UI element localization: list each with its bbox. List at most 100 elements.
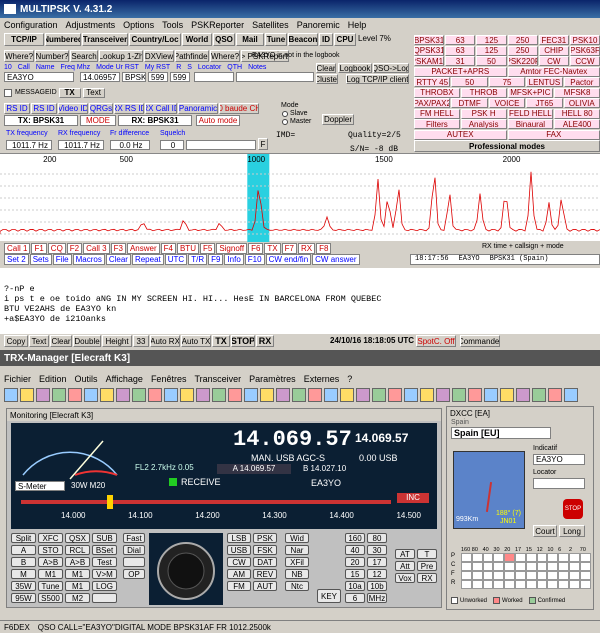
bottom-button[interactable]: Double bbox=[73, 335, 101, 347]
radio-key[interactable] bbox=[92, 593, 117, 603]
cluster-button[interactable]: Cluster bbox=[316, 74, 338, 84]
menu-item[interactable]: Satellites bbox=[252, 20, 289, 30]
function-key[interactable]: F8 bbox=[316, 243, 332, 254]
band-cell[interactable] bbox=[461, 562, 472, 571]
mode-button[interactable]: Analysis bbox=[460, 119, 507, 129]
toolbar-icon[interactable] bbox=[468, 388, 482, 402]
radio-key[interactable]: QSX bbox=[65, 533, 90, 543]
band-cell[interactable] bbox=[547, 571, 559, 580]
myrst-field[interactable]: 599 bbox=[170, 72, 190, 82]
mode-button[interactable]: Amtor FEC-Navtex bbox=[507, 66, 600, 77]
mode-field[interactable]: BPSK bbox=[122, 72, 146, 82]
radio-key[interactable]: M2 bbox=[65, 593, 90, 603]
toolbar-button[interactable]: Transceiver bbox=[82, 33, 128, 46]
radio-key[interactable]: CW bbox=[227, 557, 251, 567]
band-cell[interactable] bbox=[579, 580, 591, 589]
rx-text-area[interactable]: ?-nP ei ps t e oe toido aNG IN MY SCREEN… bbox=[0, 268, 600, 334]
rsid-button[interactable]: RS ID bbox=[31, 103, 57, 114]
band-cell[interactable] bbox=[471, 571, 483, 580]
radio-key[interactable]: 160 bbox=[345, 533, 365, 543]
radio-key[interactable]: Fast bbox=[123, 533, 145, 543]
mode-button[interactable]: THROBX bbox=[414, 87, 460, 98]
band-cell[interactable] bbox=[536, 571, 548, 580]
band-cell[interactable] bbox=[471, 553, 483, 562]
toolbar-button[interactable]: QSO bbox=[213, 33, 235, 46]
text-toggle[interactable]: Text bbox=[82, 87, 105, 98]
radio-key[interactable]: BSet bbox=[92, 545, 117, 555]
stop-icon[interactable]: STOP bbox=[563, 499, 583, 519]
mode-button[interactable]: JT65 bbox=[526, 98, 563, 108]
band-cell[interactable] bbox=[493, 562, 505, 571]
band-cell[interactable] bbox=[482, 580, 494, 589]
mode-button[interactable]: PSKAM10 bbox=[414, 56, 445, 66]
toolbar-icon[interactable] bbox=[148, 388, 162, 402]
band-cell[interactable] bbox=[525, 553, 537, 562]
rx-freq-value[interactable]: 1011.7 Hz bbox=[58, 140, 104, 150]
mode-button[interactable]: PSK63F bbox=[569, 45, 600, 56]
radio-key[interactable]: Test bbox=[92, 557, 117, 567]
menu-item[interactable]: Edition bbox=[39, 374, 67, 384]
mode-button[interactable]: 125 bbox=[476, 35, 507, 45]
radio-key[interactable]: Wid bbox=[285, 533, 309, 543]
radio-key[interactable]: LSB bbox=[227, 533, 251, 543]
radio-key[interactable]: Pre bbox=[417, 561, 437, 571]
mode-button[interactable]: Binaural bbox=[507, 119, 554, 129]
function-key[interactable]: F1 bbox=[31, 243, 47, 254]
function-key[interactable]: Call 3 bbox=[83, 243, 110, 254]
band-cell[interactable] bbox=[493, 571, 505, 580]
rsid-button[interactable]: Video ID bbox=[58, 103, 88, 114]
mode-button[interactable]: 125 bbox=[476, 45, 507, 56]
toolbar-icon[interactable] bbox=[228, 388, 242, 402]
toolbar-icon[interactable] bbox=[388, 388, 402, 402]
band-cell[interactable] bbox=[504, 562, 515, 571]
function-key[interactable]: CQ bbox=[47, 243, 66, 254]
band-cell[interactable] bbox=[525, 580, 537, 589]
radio-key[interactable]: RX bbox=[417, 573, 437, 583]
mode-button[interactable]: 250 bbox=[507, 35, 538, 45]
toolbar-icon[interactable] bbox=[260, 388, 274, 402]
radio-key[interactable]: 95W bbox=[11, 593, 36, 603]
toolbar-button[interactable]: Numbered bbox=[45, 33, 81, 46]
call-field[interactable]: EA3YO bbox=[4, 72, 74, 82]
radio-key[interactable]: 6 bbox=[345, 593, 365, 603]
toolbar-button[interactable]: Beacon bbox=[288, 33, 318, 46]
radio-key[interactable]: STO bbox=[38, 545, 63, 555]
function-key[interactable]: Set 2 bbox=[4, 254, 29, 265]
bottom-button[interactable]: TX bbox=[212, 335, 230, 347]
radio-key[interactable]: B bbox=[11, 557, 36, 567]
mode-button[interactable]: CCW bbox=[569, 56, 600, 66]
key-button[interactable]: KEY bbox=[317, 589, 341, 603]
band-cell[interactable] bbox=[558, 553, 569, 562]
radio-key[interactable]: AT bbox=[395, 549, 415, 559]
bottom-button[interactable]: STOP bbox=[231, 335, 255, 347]
mode-button[interactable]: PSK10 bbox=[569, 35, 600, 45]
mode-button[interactable]: MFSK+PIC bbox=[507, 87, 554, 98]
mode-button[interactable]: THROB bbox=[460, 87, 507, 98]
menu-item[interactable]: Outils bbox=[75, 374, 98, 384]
radio-key[interactable]: 12 bbox=[367, 569, 387, 579]
band-cell[interactable] bbox=[493, 553, 505, 562]
mode-button[interactable]: 50 bbox=[476, 56, 507, 66]
radio-key[interactable]: FSK bbox=[253, 545, 277, 555]
radio-key[interactable]: Vox bbox=[395, 573, 415, 583]
squelch-value[interactable]: 0 bbox=[160, 140, 184, 150]
radio-key[interactable]: RCL bbox=[65, 545, 90, 555]
band-cell[interactable] bbox=[514, 553, 526, 562]
band-cell[interactable] bbox=[471, 562, 483, 571]
function-key[interactable]: BTU bbox=[176, 243, 199, 254]
mode-button[interactable]: AUTEX bbox=[414, 129, 507, 140]
vfo-a[interactable]: A 14.069.57 bbox=[217, 464, 291, 474]
band-cell[interactable] bbox=[579, 571, 591, 580]
master-radio[interactable]: Master bbox=[282, 118, 311, 125]
function-key[interactable]: Call 1 bbox=[4, 243, 31, 254]
mode-button[interactable]: 250 bbox=[507, 45, 538, 56]
radio-key[interactable]: AM bbox=[227, 569, 251, 579]
function-key[interactable]: F5 bbox=[199, 243, 216, 254]
radio-key[interactable]: XFil bbox=[285, 557, 309, 567]
toolbar-icon[interactable] bbox=[340, 388, 354, 402]
auto-mode-button[interactable]: Auto mode bbox=[196, 115, 240, 126]
mode-button[interactable]: 50 bbox=[451, 77, 488, 87]
function-key[interactable]: Info bbox=[224, 254, 244, 265]
menu-item[interactable]: Fichier bbox=[4, 374, 31, 384]
band-cell[interactable] bbox=[514, 562, 526, 571]
